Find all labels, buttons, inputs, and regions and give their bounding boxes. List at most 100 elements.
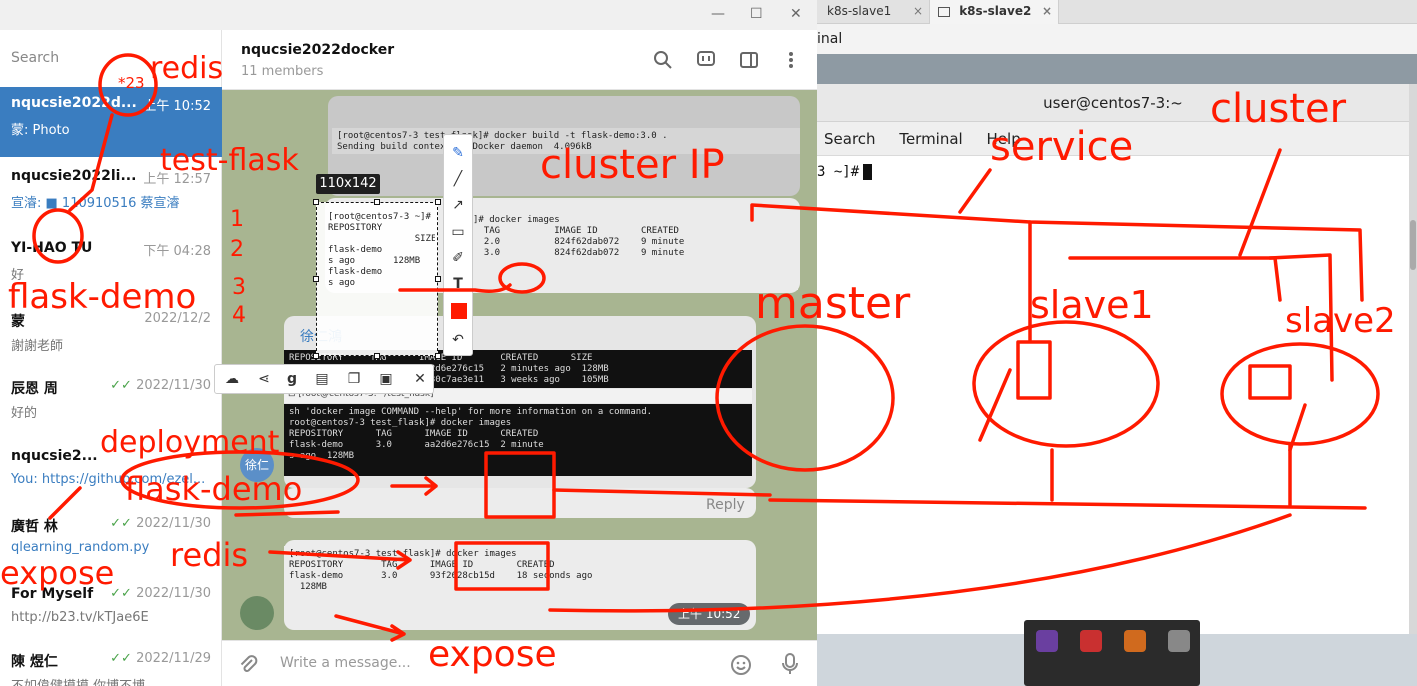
terminal-prompt: 3 ~]# bbox=[817, 164, 860, 180]
scrollbar-thumb[interactable] bbox=[1410, 220, 1416, 270]
sidebar-toggle-icon[interactable] bbox=[739, 50, 759, 70]
chat-item[interactable]: For Myself ✓✓ 2022/11/30 http://b23.tv/k… bbox=[0, 578, 222, 648]
chat-time: ✓✓ 2022/11/29 bbox=[110, 651, 211, 666]
chat-item[interactable]: YI-HAO TU 下午 04:28 好 bbox=[0, 232, 222, 302]
share-icon[interactable]: ⋖ bbox=[253, 368, 275, 390]
undo-icon[interactable]: ↶ bbox=[447, 329, 469, 351]
line-tool-icon[interactable]: ╱ bbox=[447, 168, 469, 190]
copy-icon[interactable]: ❐ bbox=[343, 368, 365, 390]
chat-item[interactable]: 陳 煜仁 ✓✓ 2022/11/29 不如偉健摸摸 你博不博 ... bbox=[0, 643, 222, 686]
text-tool-icon[interactable]: T bbox=[447, 273, 469, 295]
window-backdrop bbox=[817, 54, 1417, 84]
resize-handle[interactable] bbox=[435, 353, 441, 359]
message-input[interactable]: Write a message... bbox=[280, 655, 411, 671]
chat-item[interactable]: 蒙 2022/12/2 謝謝老師 bbox=[0, 303, 222, 373]
close-icon[interactable]: ✕ bbox=[790, 6, 802, 22]
resize-handle[interactable] bbox=[435, 276, 441, 282]
menu-search[interactable]: Search bbox=[824, 130, 876, 148]
read-check-icon: ✓✓ bbox=[110, 586, 137, 601]
chat-name: 蒙 bbox=[11, 314, 25, 330]
chat-time-text: 2022/11/30 bbox=[136, 378, 211, 393]
text-cursor bbox=[863, 164, 873, 180]
google-icon[interactable]: g bbox=[281, 368, 303, 390]
chat-time: 上午 10:52 bbox=[143, 99, 211, 114]
chat-item[interactable]: 辰恩 周 ✓✓ 2022/11/30 好的 bbox=[0, 370, 222, 440]
resize-handle[interactable] bbox=[374, 199, 380, 205]
read-check-icon: ✓✓ bbox=[110, 378, 137, 393]
save-icon[interactable]: ▣ bbox=[375, 368, 397, 390]
read-check-icon: ✓✓ bbox=[110, 651, 137, 666]
message-time: 上午 10:52 bbox=[668, 603, 751, 625]
usb-icon[interactable] bbox=[1168, 630, 1190, 652]
terminal-tabs: k8s-slave1 × k8s-slave2 × bbox=[817, 0, 1417, 24]
images-table-shot: ]# docker images TAG IMAGE ID CREATED 2.… bbox=[468, 212, 798, 290]
tab-label: k8s-slave2 bbox=[959, 4, 1032, 18]
print-icon[interactable]: ▤ bbox=[311, 368, 333, 390]
reply-button[interactable]: Reply bbox=[706, 497, 745, 513]
close-icon[interactable]: ✕ bbox=[409, 368, 431, 390]
chat-preview: qlearning_random.py bbox=[11, 540, 150, 555]
session-tab[interactable]: inal bbox=[817, 24, 1417, 54]
upload-cloud-icon[interactable]: ☁ bbox=[221, 368, 243, 390]
chat-item[interactable]: nqucsie2... You: https://github.com/ezel… bbox=[0, 440, 222, 510]
chat-header: nqucsie2022docker 11 members bbox=[222, 30, 817, 90]
avatar[interactable]: 徐仁 bbox=[240, 448, 274, 482]
session-tab-label: inal bbox=[817, 31, 843, 47]
terminal-output[interactable]: 3 ~]# bbox=[817, 156, 1409, 180]
pen-app-icon[interactable] bbox=[1036, 630, 1058, 652]
bottom-table-shot: [root@centos7-3 test_flask]# docker imag… bbox=[284, 546, 752, 606]
chat-preview: 好的 bbox=[11, 406, 38, 421]
resize-handle[interactable] bbox=[313, 199, 319, 205]
tab-k8s-slave2[interactable]: k8s-slave2 × bbox=[929, 0, 1059, 24]
chat-name: nqucsie2022d... bbox=[11, 95, 137, 111]
highlighter-tool-icon[interactable]: ✐ bbox=[447, 247, 469, 269]
terminal-menu-bar: Search Terminal Help bbox=[817, 122, 1409, 156]
chat-item[interactable]: nqucsie2022d... 上午 10:52 蒙: Photo bbox=[0, 87, 222, 157]
chat-preview: 蒙: Photo bbox=[11, 123, 70, 138]
compose-bar: Write a message... bbox=[222, 640, 817, 686]
menu-terminal[interactable]: Terminal bbox=[899, 130, 962, 148]
security-icon[interactable] bbox=[1080, 630, 1102, 652]
annotation-toolbar: ✎ ╱ ↗ ▭ ✐ T ↶ bbox=[443, 134, 473, 356]
chat-preview: 宣濬: ■ 110910516 蔡宣濬 bbox=[11, 196, 180, 211]
reply-bar[interactable] bbox=[284, 488, 756, 518]
chat-time-text: 2022/11/29 bbox=[136, 651, 211, 666]
maximize-icon[interactable]: ☐ bbox=[750, 6, 763, 22]
search-input[interactable]: Search bbox=[0, 50, 222, 72]
chat-name: YI-HAO TU bbox=[11, 240, 93, 256]
minimize-icon[interactable]: — bbox=[711, 6, 725, 22]
resize-handle[interactable] bbox=[435, 199, 441, 205]
snip-selection[interactable]: [root@centos7-3 ~]# REPOSITORY SIZE flas… bbox=[316, 202, 438, 356]
topics-icon[interactable] bbox=[696, 50, 716, 70]
search-icon[interactable] bbox=[653, 50, 673, 70]
terminal-scrollbar[interactable] bbox=[1409, 84, 1417, 634]
chat-preview: 謝謝老師 bbox=[11, 339, 64, 354]
app-icon[interactable] bbox=[1124, 630, 1146, 652]
attach-icon[interactable] bbox=[238, 654, 258, 674]
dark-table-shot: sh 'docker image COMMAND --help' for mor… bbox=[284, 404, 752, 476]
terminal-title: user@centos7-3:~ bbox=[817, 84, 1409, 122]
system-tray-popup bbox=[1024, 620, 1200, 686]
group-title[interactable]: nqucsie2022docker bbox=[241, 42, 394, 58]
chat-time: 上午 12:57 bbox=[143, 172, 211, 187]
close-icon[interactable]: × bbox=[913, 0, 923, 22]
build-command-shot: [root@centos7-3 test_flask]# docker buil… bbox=[332, 128, 800, 154]
tab-k8s-slave1[interactable]: k8s-slave1 × bbox=[819, 0, 929, 24]
resize-handle[interactable] bbox=[313, 353, 319, 359]
rectangle-tool-icon[interactable]: ▭ bbox=[447, 221, 469, 243]
close-icon[interactable]: × bbox=[1042, 0, 1052, 22]
chat-list: Search nqucsie2022d... 上午 10:52 蒙: Photo… bbox=[0, 30, 222, 686]
more-icon[interactable] bbox=[781, 50, 801, 70]
menu-help[interactable]: Help bbox=[987, 130, 1021, 148]
resize-handle[interactable] bbox=[374, 353, 380, 359]
pen-tool-icon[interactable]: ✎ bbox=[447, 142, 469, 164]
microphone-icon[interactable] bbox=[780, 652, 800, 676]
arrow-tool-icon[interactable]: ↗ bbox=[447, 194, 469, 216]
avatar[interactable] bbox=[240, 596, 274, 630]
emoji-icon[interactable] bbox=[730, 654, 752, 676]
chat-item[interactable]: nqucsie2022li... 上午 12:57 宣濬: ■ 11091051… bbox=[0, 160, 222, 230]
selected-table-shot: [root@centos7-3 ~]# REPOSITORY SIZE flas… bbox=[328, 212, 435, 288]
resize-handle[interactable] bbox=[313, 276, 319, 282]
color-picker-swatch[interactable] bbox=[451, 303, 467, 319]
chat-item[interactable]: 廣哲 林 ✓✓ 2022/11/30 qlearning_random.py bbox=[0, 508, 222, 578]
